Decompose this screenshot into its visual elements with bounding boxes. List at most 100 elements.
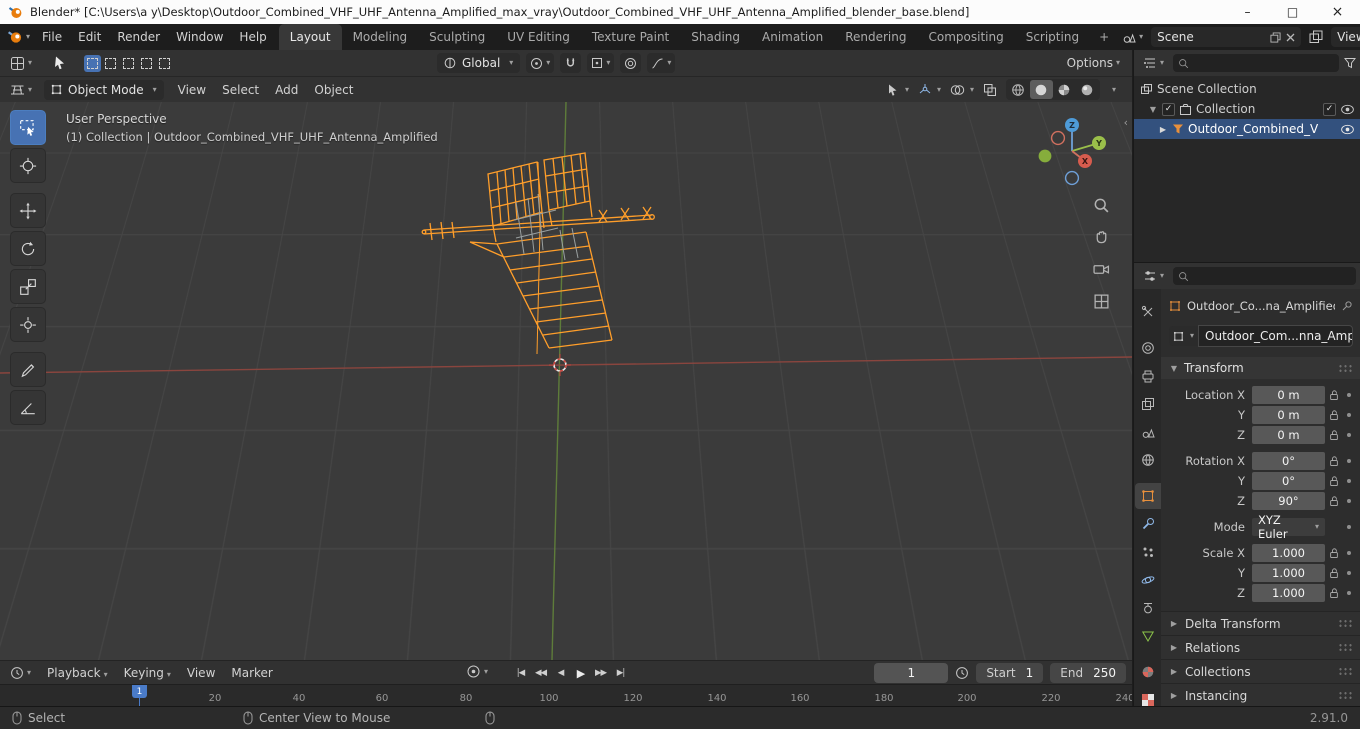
shading-solid-button[interactable] <box>1029 80 1053 99</box>
new-scene-icon[interactable] <box>1270 31 1281 43</box>
exclude-checkbox[interactable]: ✓ <box>1323 102 1336 116</box>
object-id-button[interactable]: ▾ <box>1169 326 1199 346</box>
navigation-gizmo[interactable]: Z Y X <box>1037 116 1107 186</box>
menu-keying[interactable]: Keying ▾ <box>116 660 179 686</box>
tab-material[interactable] <box>1135 659 1161 685</box>
animate-dot[interactable] <box>1342 458 1355 463</box>
menu-help[interactable]: Help <box>231 24 274 50</box>
workspace-tab-layout[interactable]: Layout <box>278 24 342 50</box>
lock-icon[interactable] <box>1325 547 1342 559</box>
mode-dropdown[interactable]: Object Mode ▾ <box>44 79 164 100</box>
workspace-tab-scripting[interactable]: Scripting <box>1015 24 1090 50</box>
playhead[interactable]: 1 <box>132 685 147 698</box>
outliner-search-input[interactable] <box>1173 54 1339 72</box>
shading-rendered-button[interactable] <box>1076 80 1099 99</box>
cursor-tool[interactable] <box>10 148 46 183</box>
outliner-row-scene-collection[interactable]: Scene Collection <box>1134 79 1360 99</box>
gizmo-x-negative[interactable] <box>1050 130 1066 146</box>
options-dropdown[interactable]: Options ▾ <box>1067 50 1120 76</box>
transform-tool[interactable] <box>10 307 46 342</box>
panel-relations[interactable]: ▶ Relations <box>1161 636 1360 660</box>
animate-dot[interactable] <box>1342 570 1355 575</box>
location-z-field[interactable]: 0 m <box>1252 425 1325 444</box>
select-mode-new-button[interactable] <box>84 54 102 72</box>
workspace-tab-texture-paint[interactable]: Texture Paint <box>581 24 680 50</box>
animate-dot[interactable] <box>1342 550 1355 555</box>
outliner-editor-type-button[interactable]: ▾ <box>1139 53 1168 73</box>
lock-icon[interactable] <box>1325 389 1342 401</box>
select-mode-invert-button[interactable] <box>138 55 155 72</box>
move-tool[interactable] <box>10 193 46 228</box>
tab-scene[interactable] <box>1135 419 1161 445</box>
proportional-falloff-dropdown[interactable]: ▾ <box>647 53 676 73</box>
jump-to-end-button[interactable]: ▶| <box>612 664 629 682</box>
object-visibility-dropdown[interactable]: ▾ <box>886 83 909 97</box>
antenna-object[interactable] <box>421 152 655 355</box>
properties-editor-type-button[interactable]: ▾ <box>1139 266 1168 286</box>
play-reverse-button[interactable]: ◀ <box>552 664 569 682</box>
animate-dot[interactable] <box>1342 392 1355 397</box>
tab-particles[interactable] <box>1135 539 1161 565</box>
gizmo-y-negative[interactable] <box>1038 149 1052 163</box>
tab-physics[interactable] <box>1135 567 1161 593</box>
scale-z-field[interactable]: 1.000 <box>1252 583 1325 602</box>
animate-dot[interactable] <box>1342 524 1355 529</box>
tab-object-data[interactable] <box>1135 623 1161 649</box>
menu-window[interactable]: Window <box>168 24 231 50</box>
workspace-tab-animation[interactable]: Animation <box>751 24 834 50</box>
view-layer-icon-button[interactable] <box>1305 27 1327 47</box>
tab-constraints[interactable] <box>1135 595 1161 621</box>
timeline-ruler[interactable]: 20 40 60 80 100 120 140 160 180 200 220 … <box>0 684 1132 707</box>
view-layer-field[interactable]: View Layer <box>1331 27 1360 47</box>
tab-output[interactable] <box>1135 363 1161 389</box>
menu-object[interactable]: Object <box>306 77 361 103</box>
end-frame-field[interactable]: End 250 <box>1050 663 1126 683</box>
scale-x-field[interactable]: 1.000 <box>1252 543 1325 562</box>
maximize-button[interactable]: □ <box>1270 0 1315 24</box>
eye-icon[interactable] <box>1340 124 1355 135</box>
animate-dot[interactable] <box>1342 478 1355 483</box>
workspace-tab-rendering[interactable]: Rendering <box>834 24 917 50</box>
drag-grip-icon[interactable] <box>1338 619 1353 628</box>
jump-to-start-button[interactable]: |◀ <box>512 664 529 682</box>
xray-toggle[interactable] <box>983 83 997 97</box>
pan-hand-icon[interactable] <box>1090 226 1112 248</box>
minimize-button[interactable]: – <box>1225 0 1270 24</box>
animate-dot[interactable] <box>1342 590 1355 595</box>
outliner-row-object-selected[interactable]: ▶ Outdoor_Combined_V <box>1134 119 1360 139</box>
scene-name-field[interactable]: Scene <box>1151 27 1302 47</box>
tab-view-layer[interactable] <box>1135 391 1161 417</box>
scale-y-field[interactable]: 1.000 <box>1252 563 1325 582</box>
tab-object[interactable] <box>1134 483 1161 509</box>
tab-modifiers[interactable] <box>1135 511 1161 537</box>
rotation-z-field[interactable]: 90° <box>1252 491 1325 510</box>
eye-icon[interactable] <box>1340 104 1355 115</box>
auto-keying-toggle[interactable]: ▾ <box>466 664 488 679</box>
rotation-y-field[interactable]: 0° <box>1252 471 1325 490</box>
menu-edit[interactable]: Edit <box>70 24 109 50</box>
panel-instancing[interactable]: ▶ Instancing <box>1161 684 1360 707</box>
pivot-point-dropdown[interactable]: ▾ <box>526 53 555 73</box>
close-button[interactable]: × <box>1315 0 1360 24</box>
rotation-mode-dropdown[interactable]: XYZ Euler ▾ <box>1252 513 1325 541</box>
panel-collections[interactable]: ▶ Collections <box>1161 660 1360 684</box>
gizmos-toggle-dropdown[interactable]: ▾ <box>918 83 941 97</box>
app-menu-button[interactable]: ▾ <box>0 29 34 45</box>
menu-playback[interactable]: Playback ▾ <box>39 660 116 686</box>
pin-icon[interactable] <box>1341 300 1353 312</box>
unlink-scene-icon[interactable] <box>1286 33 1295 42</box>
object-name-field[interactable]: Outdoor_Com...nna_Amplified <box>1198 325 1353 347</box>
transform-panel-header[interactable]: ▼ Transform <box>1161 357 1360 379</box>
select-mode-subtract-button[interactable] <box>120 55 137 72</box>
workspace-tab-shading[interactable]: Shading <box>680 24 751 50</box>
lock-icon[interactable] <box>1325 429 1342 441</box>
menu-add[interactable]: Add <box>267 77 306 103</box>
next-keyframe-button[interactable]: ▶▶ <box>592 664 609 682</box>
play-button[interactable]: ▶ <box>572 664 589 682</box>
annotate-tool[interactable] <box>10 352 46 387</box>
timeline-editor-type-button[interactable]: ▾ <box>6 663 35 683</box>
workspace-tab-sculpting[interactable]: Sculpting <box>418 24 496 50</box>
panel-delta-transform[interactable]: ▶ Delta Transform <box>1161 612 1360 636</box>
gizmo-z-negative[interactable] <box>1064 170 1080 186</box>
editor-type-button[interactable]: ▾ <box>6 53 36 73</box>
